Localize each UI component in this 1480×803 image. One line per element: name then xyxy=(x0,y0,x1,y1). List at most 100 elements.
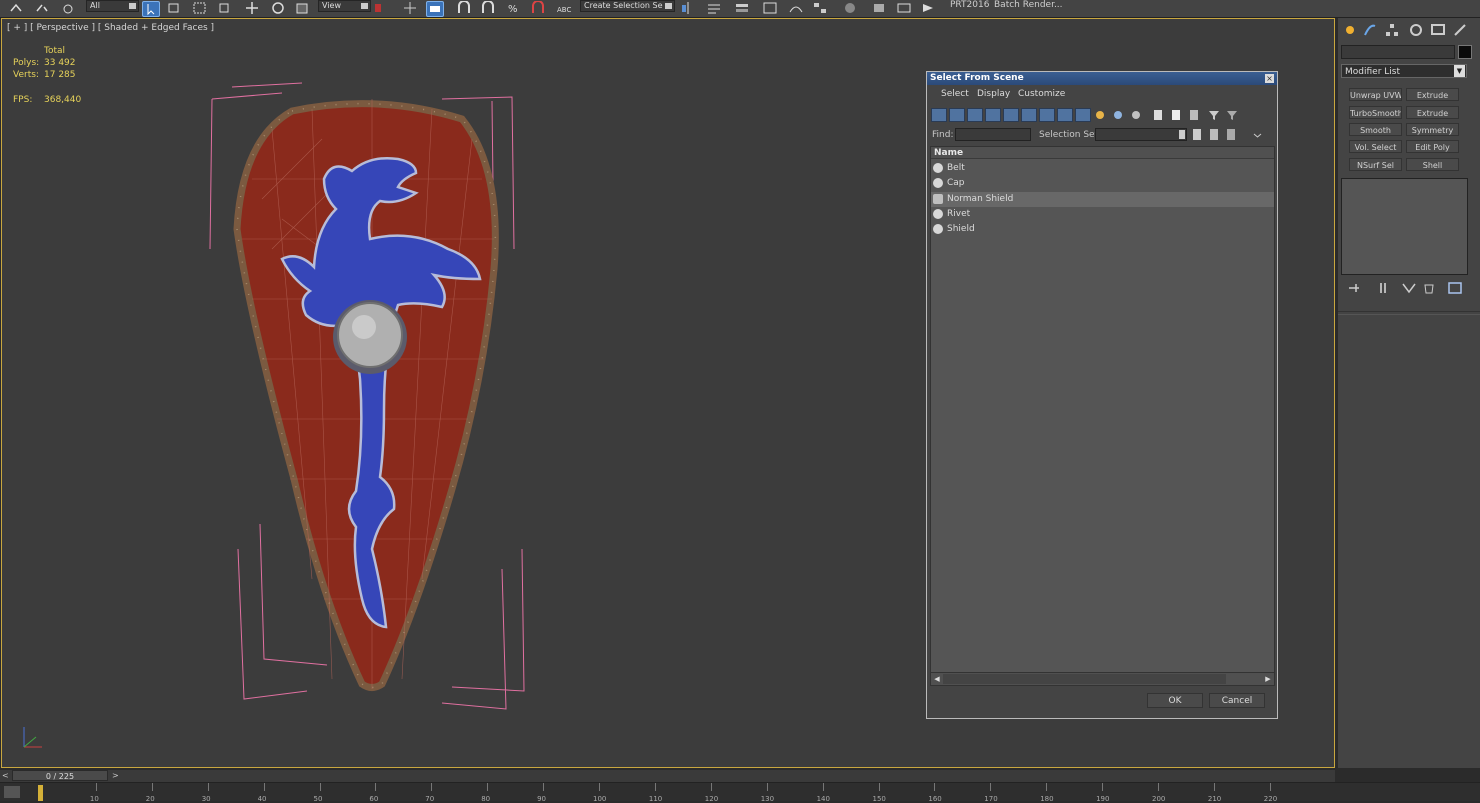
render-production-icon[interactable] xyxy=(920,1,936,15)
smooth-button[interactable]: Smooth xyxy=(1349,123,1402,136)
symmetry-button[interactable]: Symmetry xyxy=(1406,123,1459,136)
move-icon[interactable] xyxy=(244,1,260,15)
unlink-selection-icon[interactable] xyxy=(34,1,50,15)
extrude-button-2[interactable]: Extrude xyxy=(1406,106,1459,119)
menu-customize[interactable]: Customize xyxy=(1018,89,1065,99)
select-and-link-icon[interactable] xyxy=(8,1,24,15)
display-tab-icon[interactable] xyxy=(1430,22,1446,38)
remove-modifier-icon[interactable] xyxy=(1420,281,1438,295)
edit-named-selection-icon[interactable]: ABC xyxy=(556,1,572,15)
scroll-left-icon[interactable]: ◀ xyxy=(932,674,942,684)
close-icon[interactable]: × xyxy=(1265,74,1274,83)
modifier-list-dropdown[interactable]: Modifier List xyxy=(1341,64,1467,78)
display-space-warps-icon[interactable] xyxy=(1021,108,1037,122)
select-object-icon[interactable] xyxy=(142,1,160,17)
angle-snap-icon[interactable] xyxy=(480,1,496,15)
layer-explorer-icon[interactable] xyxy=(734,1,750,15)
curve-editor-icon[interactable] xyxy=(788,1,804,15)
cancel-button[interactable]: Cancel xyxy=(1209,693,1265,708)
find-input[interactable] xyxy=(955,128,1031,141)
list-header-name[interactable]: Name xyxy=(931,147,1274,159)
rectangular-selection-icon[interactable] xyxy=(192,1,208,15)
norman-shield-model[interactable] xyxy=(202,79,542,719)
nsurf-sel-button[interactable]: NSurf Sel xyxy=(1349,158,1402,171)
configure-modifier-sets-icon[interactable] xyxy=(1446,281,1464,295)
pivot-point-icon[interactable] xyxy=(372,1,388,15)
track-bar[interactable]: 10 20 30 40 50 60 70 80 90 100 110 120 130 140 150 160 1… xyxy=(0,782,1480,803)
display-xrefs-icon[interactable] xyxy=(1057,108,1073,122)
menu-display[interactable]: Display xyxy=(977,89,1010,99)
utilities-tab-icon[interactable] xyxy=(1452,22,1468,38)
selection-set-dropdown[interactable] xyxy=(1095,128,1187,141)
next-frame-icon[interactable]: > xyxy=(112,771,119,780)
selection-filter-dropdown[interactable]: All xyxy=(86,0,139,12)
display-cameras-icon[interactable] xyxy=(985,108,1001,122)
select-manipulate-icon[interactable] xyxy=(402,1,418,15)
selection-set-new-icon[interactable] xyxy=(1191,128,1204,141)
selection-set-remove-icon[interactable] xyxy=(1225,128,1238,141)
display-bones-icon[interactable] xyxy=(1075,108,1091,122)
track-bar-menu-icon[interactable] xyxy=(4,786,20,798)
display-hidden-icon[interactable] xyxy=(1129,108,1145,122)
extrude-button[interactable]: Extrude xyxy=(1406,88,1459,101)
list-item[interactable]: Rivet xyxy=(931,207,1274,222)
unwrap-uvw-button[interactable]: Unwrap UVW xyxy=(1349,88,1402,101)
batch-render-button[interactable]: Batch Render... xyxy=(994,0,1063,14)
select-invert-icon[interactable] xyxy=(1187,108,1203,122)
object-color-swatch[interactable] xyxy=(1458,45,1472,59)
selection-set-add-icon[interactable] xyxy=(1208,128,1221,141)
select-all-icon[interactable] xyxy=(1151,108,1167,122)
show-end-result-icon[interactable] xyxy=(1374,281,1392,295)
display-helpers-icon[interactable] xyxy=(1003,108,1019,122)
rendered-frame-window-icon[interactable] xyxy=(896,1,912,15)
display-shapes-icon[interactable] xyxy=(949,108,965,122)
time-slider[interactable]: 0 / 225 xyxy=(12,770,108,781)
mirror-icon[interactable] xyxy=(680,1,696,15)
named-selection-sets-field[interactable]: Create Selection Se xyxy=(580,0,675,12)
snaps-toggle-icon[interactable] xyxy=(456,1,472,15)
select-by-name-icon[interactable] xyxy=(166,1,182,15)
ok-button[interactable]: OK xyxy=(1147,693,1203,708)
select-none-icon[interactable] xyxy=(1169,108,1185,122)
material-editor-icon[interactable] xyxy=(842,1,858,15)
display-groups-icon[interactable] xyxy=(1039,108,1055,122)
display-geometry-icon[interactable] xyxy=(931,108,947,122)
hierarchy-tab-icon[interactable] xyxy=(1384,22,1400,38)
keyboard-shortcut-override-icon[interactable] xyxy=(426,1,444,17)
list-item[interactable]: Norman Shield xyxy=(931,192,1274,207)
make-unique-icon[interactable] xyxy=(1400,281,1418,295)
list-item[interactable]: Shield xyxy=(931,222,1274,237)
list-item[interactable]: Belt xyxy=(931,161,1274,176)
vol-select-button[interactable]: Vol. Select xyxy=(1349,140,1402,153)
motion-tab-icon[interactable] xyxy=(1408,22,1424,38)
create-tab-icon[interactable] xyxy=(1342,22,1358,38)
modifier-stack-list[interactable] xyxy=(1341,178,1468,275)
modify-tab-icon[interactable] xyxy=(1362,22,1378,38)
turbosmooth-button[interactable]: TurboSmooth xyxy=(1349,106,1402,119)
scroll-right-icon[interactable]: ▶ xyxy=(1263,674,1273,684)
display-containers-icon[interactable] xyxy=(1093,108,1109,122)
filter-icon[interactable] xyxy=(1207,108,1223,122)
spinner-snap-icon[interactable] xyxy=(530,1,546,15)
pin-stack-icon[interactable] xyxy=(1346,281,1364,295)
horizontal-scrollbar[interactable]: ◀ ▶ xyxy=(930,672,1275,686)
display-frozen-icon[interactable] xyxy=(1111,108,1127,122)
rotate-icon[interactable] xyxy=(270,1,286,15)
reference-coordinate-dropdown[interactable]: View xyxy=(318,0,371,12)
scene-explorer-icon[interactable] xyxy=(762,1,778,15)
prev-frame-icon[interactable]: < xyxy=(2,771,9,780)
prt-toolbar-button[interactable]: PRT2016 xyxy=(950,0,989,14)
edit-poly-button[interactable]: Edit Poly xyxy=(1406,140,1459,153)
align-icon[interactable] xyxy=(706,1,722,15)
window-crossing-icon[interactable] xyxy=(216,1,232,15)
render-setup-icon[interactable] xyxy=(872,1,888,15)
dialog-options-chevron-down-icon[interactable] xyxy=(1251,128,1264,141)
scale-icon[interactable] xyxy=(294,1,310,15)
filter-options-icon[interactable] xyxy=(1225,108,1241,122)
display-lights-icon[interactable] xyxy=(967,108,983,122)
shell-button[interactable]: Shell xyxy=(1406,158,1459,171)
schematic-view-icon[interactable] xyxy=(812,1,828,15)
scrollbar-thumb[interactable] xyxy=(943,674,1226,684)
list-item[interactable]: Cap xyxy=(931,176,1274,191)
viewport-label-menu[interactable]: [ + ] [ Perspective ] [ Shaded + Edged F… xyxy=(7,23,214,33)
